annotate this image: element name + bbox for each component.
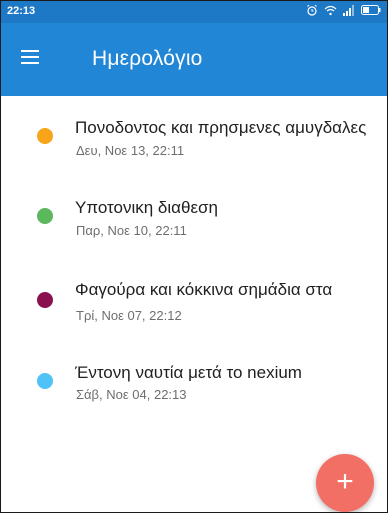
entry-title: Πονοδοντος και πρησμενες αμυγδαλες — [75, 118, 367, 137]
menu-icon[interactable] — [21, 48, 45, 68]
list-item[interactable]: Έντονη ναυτία μετά το nexium Σάβ, Νοε 04… — [1, 341, 387, 411]
status-dot — [37, 373, 53, 389]
status-bar: 22:13 — [1, 1, 387, 23]
entry-date: Δευ, Νοε 13, 22:11 — [76, 143, 185, 158]
entry-date: Σάβ, Νοε 04, 22:13 — [76, 387, 187, 402]
entry-title: Υποτονικη διαθεση — [75, 198, 218, 217]
status-time: 22:13 — [7, 5, 36, 17]
status-dot — [37, 208, 53, 224]
status-icons — [306, 4, 381, 16]
battery-icon — [361, 5, 381, 15]
status-dot — [37, 292, 53, 308]
list-item[interactable]: Υποτονικη διαθεση Παρ, Νοε 10, 22:11 — [1, 176, 387, 246]
app-screen: 22:13 Ημερολόγιο Πονοδοντος και πρησμενε… — [0, 0, 388, 513]
entry-date: Παρ, Νοε 10, 22:11 — [76, 223, 187, 238]
add-entry-button[interactable]: + — [316, 454, 374, 512]
plus-icon: + — [336, 465, 354, 498]
signal-icon — [343, 4, 354, 16]
status-dot — [37, 128, 53, 144]
list-item[interactable]: Πονοδοντος και πρησμενες αμυγδαλες Δευ, … — [1, 96, 387, 166]
app-bar: Ημερολόγιο — [1, 23, 387, 96]
entry-title: Έντονη ναυτία μετά το nexium — [75, 363, 302, 382]
entry-date: Τρί, Νοε 07, 22:12 — [76, 308, 182, 323]
page-title: Ημερολόγιο — [92, 47, 203, 70]
list-item[interactable]: Φαγούρα και κόκκινα σημάδια στα Τρί, Νοε… — [1, 258, 387, 328]
alarm-icon — [307, 4, 317, 16]
wifi-icon — [324, 5, 337, 15]
entry-title: Φαγούρα και κόκκινα σημάδια στα — [75, 280, 333, 299]
